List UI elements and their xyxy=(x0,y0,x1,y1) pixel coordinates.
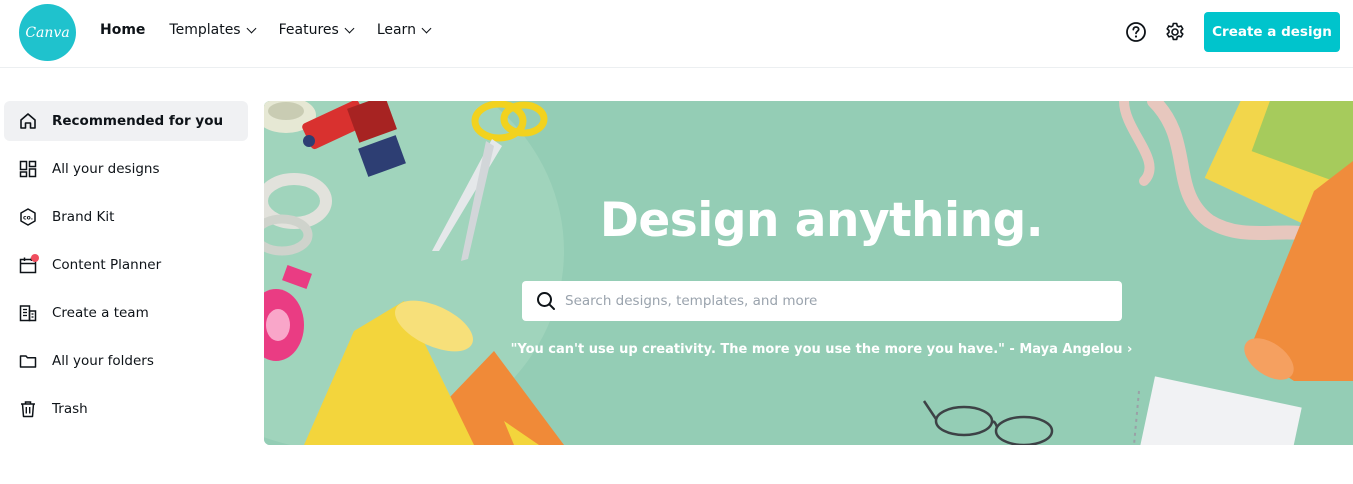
gear-icon[interactable] xyxy=(1164,21,1186,43)
sidebar-item-folders[interactable]: All your folders xyxy=(4,341,248,381)
sidebar-item-label: All your designs xyxy=(52,161,160,177)
chevron-down-icon xyxy=(246,23,257,33)
sidebar-item-all-designs[interactable]: All your designs xyxy=(4,149,248,189)
hero-illustration xyxy=(264,101,1353,445)
home-icon xyxy=(18,111,38,131)
chevron-down-icon xyxy=(344,23,355,33)
sidebar-item-content-planner[interactable]: Content Planner xyxy=(4,245,248,285)
main-nav: Home Templates Features Learn xyxy=(100,22,454,38)
logo-text: Canva xyxy=(25,24,70,41)
nav-home[interactable]: Home xyxy=(100,22,145,38)
folder-icon xyxy=(18,351,38,371)
grid-icon xyxy=(18,159,38,179)
search-bar[interactable] xyxy=(522,281,1122,321)
sidebar-item-label: All your folders xyxy=(52,353,154,369)
nav-templates-label: Templates xyxy=(169,22,241,38)
nav-features[interactable]: Features xyxy=(278,22,355,38)
nav-home-label: Home xyxy=(100,22,146,38)
search-icon xyxy=(535,290,557,312)
svg-text:co.: co. xyxy=(23,215,33,222)
nav-learn[interactable]: Learn xyxy=(376,22,432,38)
building-icon xyxy=(18,303,38,323)
nav-features-label: Features xyxy=(278,22,339,38)
sidebar-item-label: Content Planner xyxy=(52,257,162,273)
chevron-down-icon xyxy=(421,23,432,33)
hero-banner: Design anything. "You can't use up creat… xyxy=(264,101,1353,445)
trash-icon xyxy=(18,399,38,419)
hero-title: Design anything. xyxy=(599,193,1044,248)
sidebar-item-create-team[interactable]: Create a team xyxy=(4,293,248,333)
nav-learn-label: Learn xyxy=(376,22,416,38)
sidebar-item-brand-kit[interactable]: co. Brand Kit xyxy=(4,197,248,237)
search-input[interactable] xyxy=(565,293,1105,309)
notification-dot xyxy=(31,254,39,262)
sidebar-item-trash[interactable]: Trash xyxy=(4,389,248,429)
help-icon[interactable] xyxy=(1125,21,1147,43)
sidebar-item-label: Recommended for you xyxy=(52,113,224,129)
hero-quote-link[interactable]: "You can't use up creativity. The more y… xyxy=(264,342,1353,357)
sidebar: Recommended for you All your designs co.… xyxy=(4,101,248,437)
nav-templates[interactable]: Templates xyxy=(169,22,257,38)
sidebar-item-label: Brand Kit xyxy=(52,209,115,225)
canva-logo[interactable]: Canva xyxy=(19,4,76,61)
top-header: Canva Home Templates Features Learn Crea… xyxy=(0,0,1353,68)
sidebar-item-label: Trash xyxy=(52,401,88,417)
create-design-button[interactable]: Create a design xyxy=(1204,12,1340,52)
brand-kit-icon: co. xyxy=(18,207,38,227)
sidebar-item-label: Create a team xyxy=(52,305,149,321)
sidebar-item-recommended[interactable]: Recommended for you xyxy=(4,101,248,141)
